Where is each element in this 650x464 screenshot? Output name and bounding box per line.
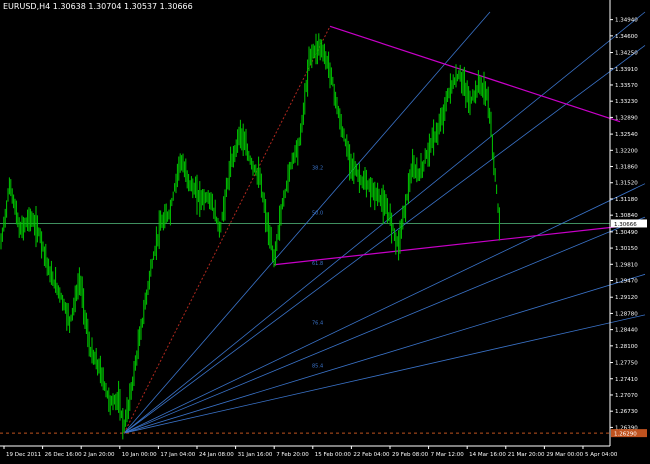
y-tick-label: 1.29120: [615, 295, 638, 301]
x-tick-label: 31 Jan 16:00: [238, 452, 273, 458]
y-tick-label: 1.33230: [615, 99, 638, 105]
current-price-label: 1.30666: [614, 222, 637, 228]
fan-level-label: 85.4: [312, 363, 323, 369]
y-tick-label: 1.29810: [615, 262, 638, 268]
y-tick-label: 1.31860: [615, 165, 638, 171]
y-tick-label: 1.32890: [615, 115, 638, 121]
x-tick-label: 5 Apr 04:00: [585, 452, 618, 458]
y-tick-label: 1.31520: [615, 181, 638, 187]
y-tick-label: 1.34250: [615, 51, 638, 57]
y-tick-label: 1.34940: [615, 18, 638, 24]
low-price-label: 1.26290: [614, 432, 637, 438]
y-tick-label: 1.27750: [615, 361, 638, 367]
x-tick-label: 17 Jan 04:00: [160, 452, 195, 458]
y-tick-label: 1.31180: [615, 197, 638, 203]
x-tick-label: 2 Jan 20:00: [83, 452, 115, 458]
chart-background: [0, 0, 650, 460]
fan-level-label: 50.0: [312, 211, 323, 217]
y-tick-label: 1.29470: [615, 279, 638, 285]
fan-level-label: 38.2: [312, 165, 323, 171]
x-tick-label: 15 Feb 00:00: [315, 452, 352, 458]
y-tick-label: 1.26730: [615, 409, 638, 415]
x-tick-label: 29 Mar 00:00: [546, 452, 583, 458]
y-tick-label: 1.27070: [615, 393, 638, 399]
x-tick-label: 22 Feb 04:00: [353, 452, 390, 458]
x-tick-label: 19 Dec 2011: [6, 452, 41, 458]
x-tick-label: 10 Jan 00:00: [122, 452, 157, 458]
x-tick-label: 21 Mar 20:00: [508, 452, 545, 458]
x-tick-label: 14 Mar 16:00: [469, 452, 506, 458]
y-tick-label: 1.32540: [615, 132, 638, 138]
x-tick-label: 7 Mar 12:00: [431, 452, 465, 458]
price-chart[interactable]: 38.2 50.0 61.8 76.4 85.4 1.34940 1.34600 1.342…: [0, 0, 650, 460]
fan-level-label: 76.4: [312, 320, 323, 326]
y-tick-label: 1.28780: [615, 311, 638, 317]
y-tick-label: 1.30490: [615, 230, 638, 236]
x-tick-label: 26 Dec 16:00: [45, 452, 82, 458]
y-tick-label: 1.27410: [615, 377, 638, 383]
x-tick-label: 29 Feb 08:00: [392, 452, 429, 458]
y-tick-label: 1.28100: [615, 344, 638, 350]
x-tick-label: 7 Feb 20:00: [276, 452, 309, 458]
y-tick-label: 1.30840: [615, 213, 638, 219]
y-tick-label: 1.30150: [615, 246, 638, 252]
chart-title: EURUSD,H4 1.30638 1.30704 1.30537 1.3066…: [3, 2, 193, 11]
y-tick-label: 1.32200: [615, 148, 638, 154]
y-tick-label: 1.34600: [615, 34, 638, 40]
y-tick-label: 1.33910: [615, 67, 638, 73]
y-tick-label: 1.33570: [615, 83, 638, 89]
fan-level-label: 61.8: [312, 261, 323, 267]
y-tick-label: 1.28440: [615, 328, 638, 334]
x-tick-label: 24 Jan 08:00: [199, 452, 234, 458]
chart-window[interactable]: 38.2 50.0 61.8 76.4 85.4 1.34940 1.34600 1.342…: [0, 0, 650, 460]
